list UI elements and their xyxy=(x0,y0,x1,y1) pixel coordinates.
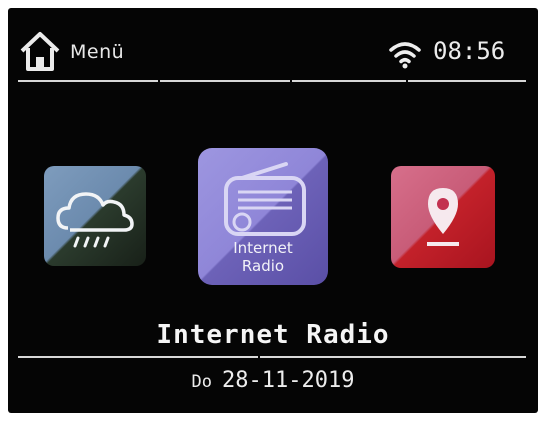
top-divider xyxy=(160,80,290,82)
device-bezel: Menü 08:56 Internet Radio Internet Radio… xyxy=(0,0,546,421)
menu-title: Menü xyxy=(70,41,125,63)
top-divider xyxy=(18,80,158,82)
weather-cloud-rain-icon xyxy=(56,192,134,248)
status-bar: Menü 08:56 xyxy=(8,8,538,88)
tile-location[interactable] xyxy=(391,166,495,268)
bottom-divider xyxy=(18,356,258,358)
selected-item-label: Internet Radio xyxy=(156,320,390,350)
weekday: Do xyxy=(191,372,213,392)
wifi-icon xyxy=(389,42,421,69)
display-screen: Menü 08:56 Internet Radio Internet Radio… xyxy=(8,8,538,413)
tile-caption-line2: Radio xyxy=(241,257,285,275)
tile-internet-radio[interactable]: Internet Radio xyxy=(198,148,328,285)
home-icon[interactable] xyxy=(17,28,63,74)
tile-caption-line1: Internet xyxy=(233,239,293,257)
bottom-divider xyxy=(260,356,526,358)
top-divider xyxy=(292,80,406,82)
clock: 08:56 xyxy=(433,37,506,65)
date-value: 28-11-2019 xyxy=(222,368,355,393)
top-divider xyxy=(408,80,526,82)
tile-weather[interactable] xyxy=(44,166,146,266)
date-display: Do 28-11-2019 xyxy=(8,368,538,393)
map-pin-icon xyxy=(427,188,459,246)
